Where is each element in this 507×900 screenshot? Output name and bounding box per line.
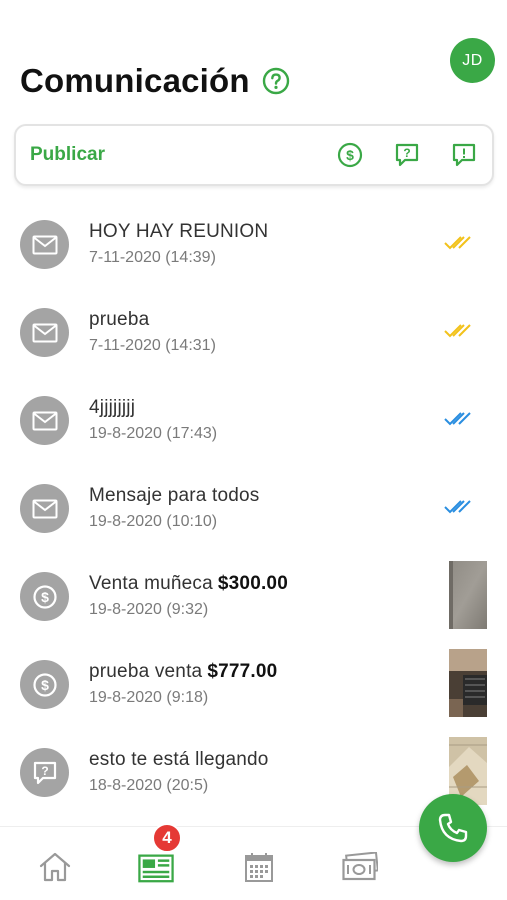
- message-date: 19-8-2020 (10:10): [89, 513, 218, 530]
- message-title: esto te está llegando: [89, 749, 269, 770]
- publish-button[interactable]: Publicar: [30, 144, 307, 166]
- dollar-circle-icon: $: [20, 572, 69, 621]
- message-date: 19-8-2020 (9:32): [89, 601, 209, 618]
- newsfeed-icon: [138, 854, 174, 883]
- alert-message-icon[interactable]: [450, 141, 478, 169]
- call-button[interactable]: [419, 794, 487, 862]
- phone-icon: [438, 813, 468, 843]
- message-title: prueba: [89, 309, 150, 330]
- svg-text:$: $: [346, 147, 354, 163]
- nav-home[interactable]: [37, 849, 73, 885]
- nav-newsfeed[interactable]: [138, 849, 174, 885]
- notification-badge: 4: [152, 823, 182, 853]
- message-date: 19-8-2020 (17:43): [89, 425, 218, 442]
- photo-thumbnail[interactable]: [449, 649, 487, 717]
- list-item[interactable]: Mensaje para todos 19-8-2020 (10:10): [0, 464, 507, 552]
- publish-bar: Publicar $ ?: [14, 124, 494, 186]
- sale-amount: $300.00: [217, 573, 288, 594]
- home-icon: [39, 852, 71, 882]
- sale-amount: $777.00: [207, 661, 278, 682]
- list-item[interactable]: HOY HAY REUNION 7-11-2020 (14:39): [0, 200, 507, 288]
- page-header: Comunicación: [20, 62, 290, 100]
- message-title: Mensaje para todos: [89, 485, 260, 506]
- question-circle-icon[interactable]: [262, 67, 290, 95]
- double-check-icon: [444, 324, 471, 338]
- message-list: HOY HAY REUNION 7-11-2020 (14:39) prueba…: [0, 200, 507, 816]
- svg-text:?: ?: [403, 146, 410, 160]
- nav-money[interactable]: [342, 849, 378, 885]
- list-item[interactable]: $ prueba venta $777.00 19-8-2020 (9:18): [0, 640, 507, 728]
- photo-thumbnail[interactable]: [449, 561, 487, 629]
- list-item[interactable]: prueba 7-11-2020 (14:31): [0, 288, 507, 376]
- dollar-circle-icon[interactable]: $: [336, 141, 364, 169]
- double-check-icon: [444, 412, 471, 426]
- page-title: Comunicación: [20, 62, 250, 99]
- mail-icon: [20, 220, 69, 269]
- message-date: 7-11-2020 (14:39): [89, 249, 216, 266]
- mail-icon: [20, 308, 69, 357]
- double-check-icon: [444, 500, 471, 514]
- double-check-icon: [444, 236, 471, 250]
- user-avatar[interactable]: JD: [450, 38, 495, 83]
- calendar-icon: [245, 853, 273, 882]
- message-title: Venta muñeca $300.00: [89, 573, 288, 594]
- list-item[interactable]: $ Venta muñeca $300.00 19-8-2020 (9:32): [0, 552, 507, 640]
- question-message-icon: ?: [20, 748, 69, 797]
- money-icon: [342, 852, 378, 881]
- message-date: 7-11-2020 (14:31): [89, 337, 216, 354]
- svg-text:?: ?: [41, 764, 48, 778]
- question-message-icon[interactable]: ?: [393, 141, 421, 169]
- message-title: HOY HAY REUNION: [89, 221, 269, 242]
- list-item[interactable]: 4jjjjjjjj 19-8-2020 (17:43): [0, 376, 507, 464]
- mail-icon: [20, 484, 69, 533]
- message-title: prueba venta $777.00: [89, 661, 278, 682]
- svg-text:$: $: [41, 589, 49, 605]
- message-date: 19-8-2020 (9:18): [89, 689, 209, 706]
- svg-text:$: $: [41, 677, 49, 693]
- message-title: 4jjjjjjjj: [89, 397, 136, 418]
- dollar-circle-icon: $: [20, 660, 69, 709]
- mail-icon: [20, 396, 69, 445]
- nav-calendar[interactable]: [241, 849, 277, 885]
- message-date: 18-8-2020 (20:5): [89, 777, 209, 794]
